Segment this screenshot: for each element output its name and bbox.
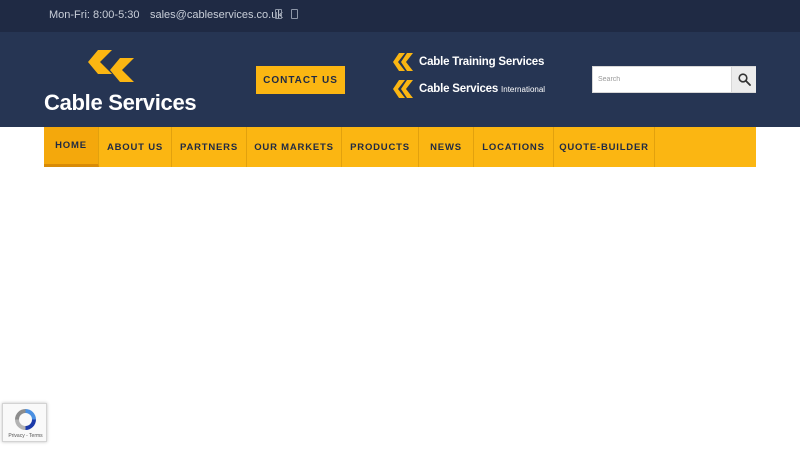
- opening-hours: Mon-Fri: 8:00-5:30: [49, 9, 140, 21]
- partner-name: Cable Training Services: [419, 56, 545, 68]
- top-bar: Mon-Fri: 8:00-5:30 sales@cableservices.c…: [0, 0, 800, 32]
- recaptcha-terms[interactable]: Privacy - Terms: [3, 433, 48, 439]
- nav-item-home[interactable]: HOME: [44, 127, 99, 167]
- search-button[interactable]: [731, 67, 756, 92]
- search-input[interactable]: [593, 67, 731, 92]
- phone-icon[interactable]: [275, 9, 282, 19]
- partner-subtitle: International: [501, 84, 546, 94]
- nav-item-about-us[interactable]: ABOUT US: [99, 127, 172, 167]
- nav-item-our-markets[interactable]: OUR MARKETS: [247, 127, 342, 167]
- site-header: Cable Services CONTACT US Cable Training…: [0, 32, 800, 127]
- partner-logo-cable-services-international[interactable]: Cable Services International: [393, 79, 545, 99]
- partner-logo-cable-training-services[interactable]: Cable Training Services: [393, 52, 544, 72]
- nav-item-news[interactable]: NEWS: [419, 127, 474, 167]
- search-icon: [737, 73, 751, 86]
- main-navigation: HOME ABOUT US PARTNERS OUR MARKETS PRODU…: [44, 127, 756, 167]
- nav-item-quote-builder[interactable]: QUOTE-BUILDER: [554, 127, 655, 167]
- search-box: [592, 66, 756, 93]
- recaptcha-icon: [15, 409, 36, 430]
- recaptcha-badge[interactable]: Privacy - Terms: [2, 403, 47, 442]
- nav-item-products[interactable]: PRODUCTS: [342, 127, 419, 167]
- partner-name: Cable Services: [419, 83, 499, 95]
- partner-chevron-icon: [393, 80, 413, 98]
- mobile-icon[interactable]: [291, 9, 298, 19]
- partner-chevron-icon: [393, 53, 413, 71]
- email-link[interactable]: sales@cableservices.co.uk: [150, 9, 283, 21]
- nav-item-partners[interactable]: PARTNERS: [172, 127, 247, 167]
- logo-text[interactable]: Cable Services: [44, 90, 197, 116]
- nav-item-locations[interactable]: LOCATIONS: [474, 127, 554, 167]
- logo-chevron-icon[interactable]: [88, 50, 138, 86]
- contact-us-button[interactable]: CONTACT US: [256, 66, 345, 94]
